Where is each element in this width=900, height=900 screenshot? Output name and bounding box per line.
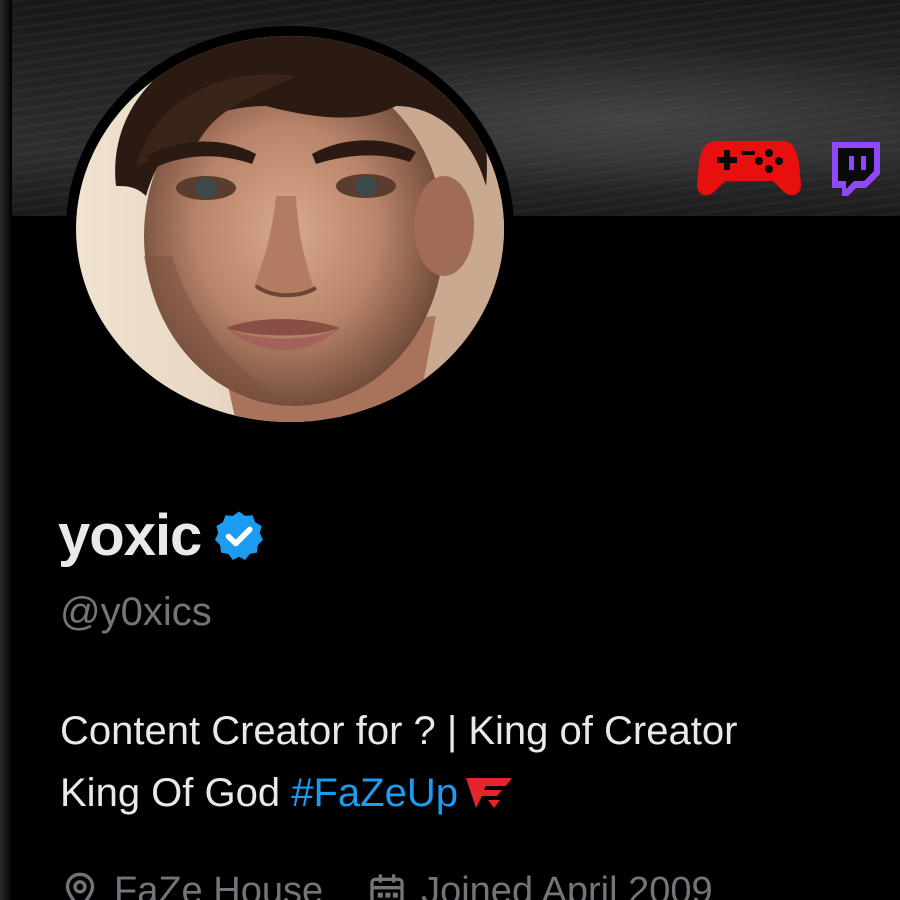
location-pin-icon [65, 872, 95, 900]
window-edge [0, 0, 12, 900]
hashtag-link[interactable]: #FaZeUp [291, 771, 458, 815]
calendar-icon [370, 874, 404, 900]
display-name: yoxic [58, 503, 202, 568]
twitch-icon[interactable] [826, 140, 882, 196]
display-name-row: yoxic [58, 500, 267, 572]
location-text: FaZe House [114, 869, 324, 900]
faze-logo-icon [465, 778, 512, 808]
verified-badge-icon[interactable] [211, 508, 267, 564]
gamepad-icon[interactable] [697, 133, 801, 199]
user-handle: @y0xics [60, 590, 212, 634]
profile-meta: FaZe House Joined April 2009 [60, 866, 757, 900]
location-item: FaZe House [60, 870, 323, 900]
bio-line-2: King Of God #FaZeUp [60, 762, 900, 824]
joined-item: Joined April 2009 [367, 870, 713, 900]
profile-screen: yoxic @y0xics Content Creator for ? | Ki… [0, 0, 900, 900]
bio-line-1: Content Creator for ? | King of Creator [60, 709, 738, 753]
avatar[interactable] [76, 36, 504, 422]
bio-text: King Of God [60, 771, 292, 815]
profile-bio: Content Creator for ? | King of Creator … [60, 700, 900, 824]
joined-date-text: Joined April 2009 [421, 869, 713, 900]
